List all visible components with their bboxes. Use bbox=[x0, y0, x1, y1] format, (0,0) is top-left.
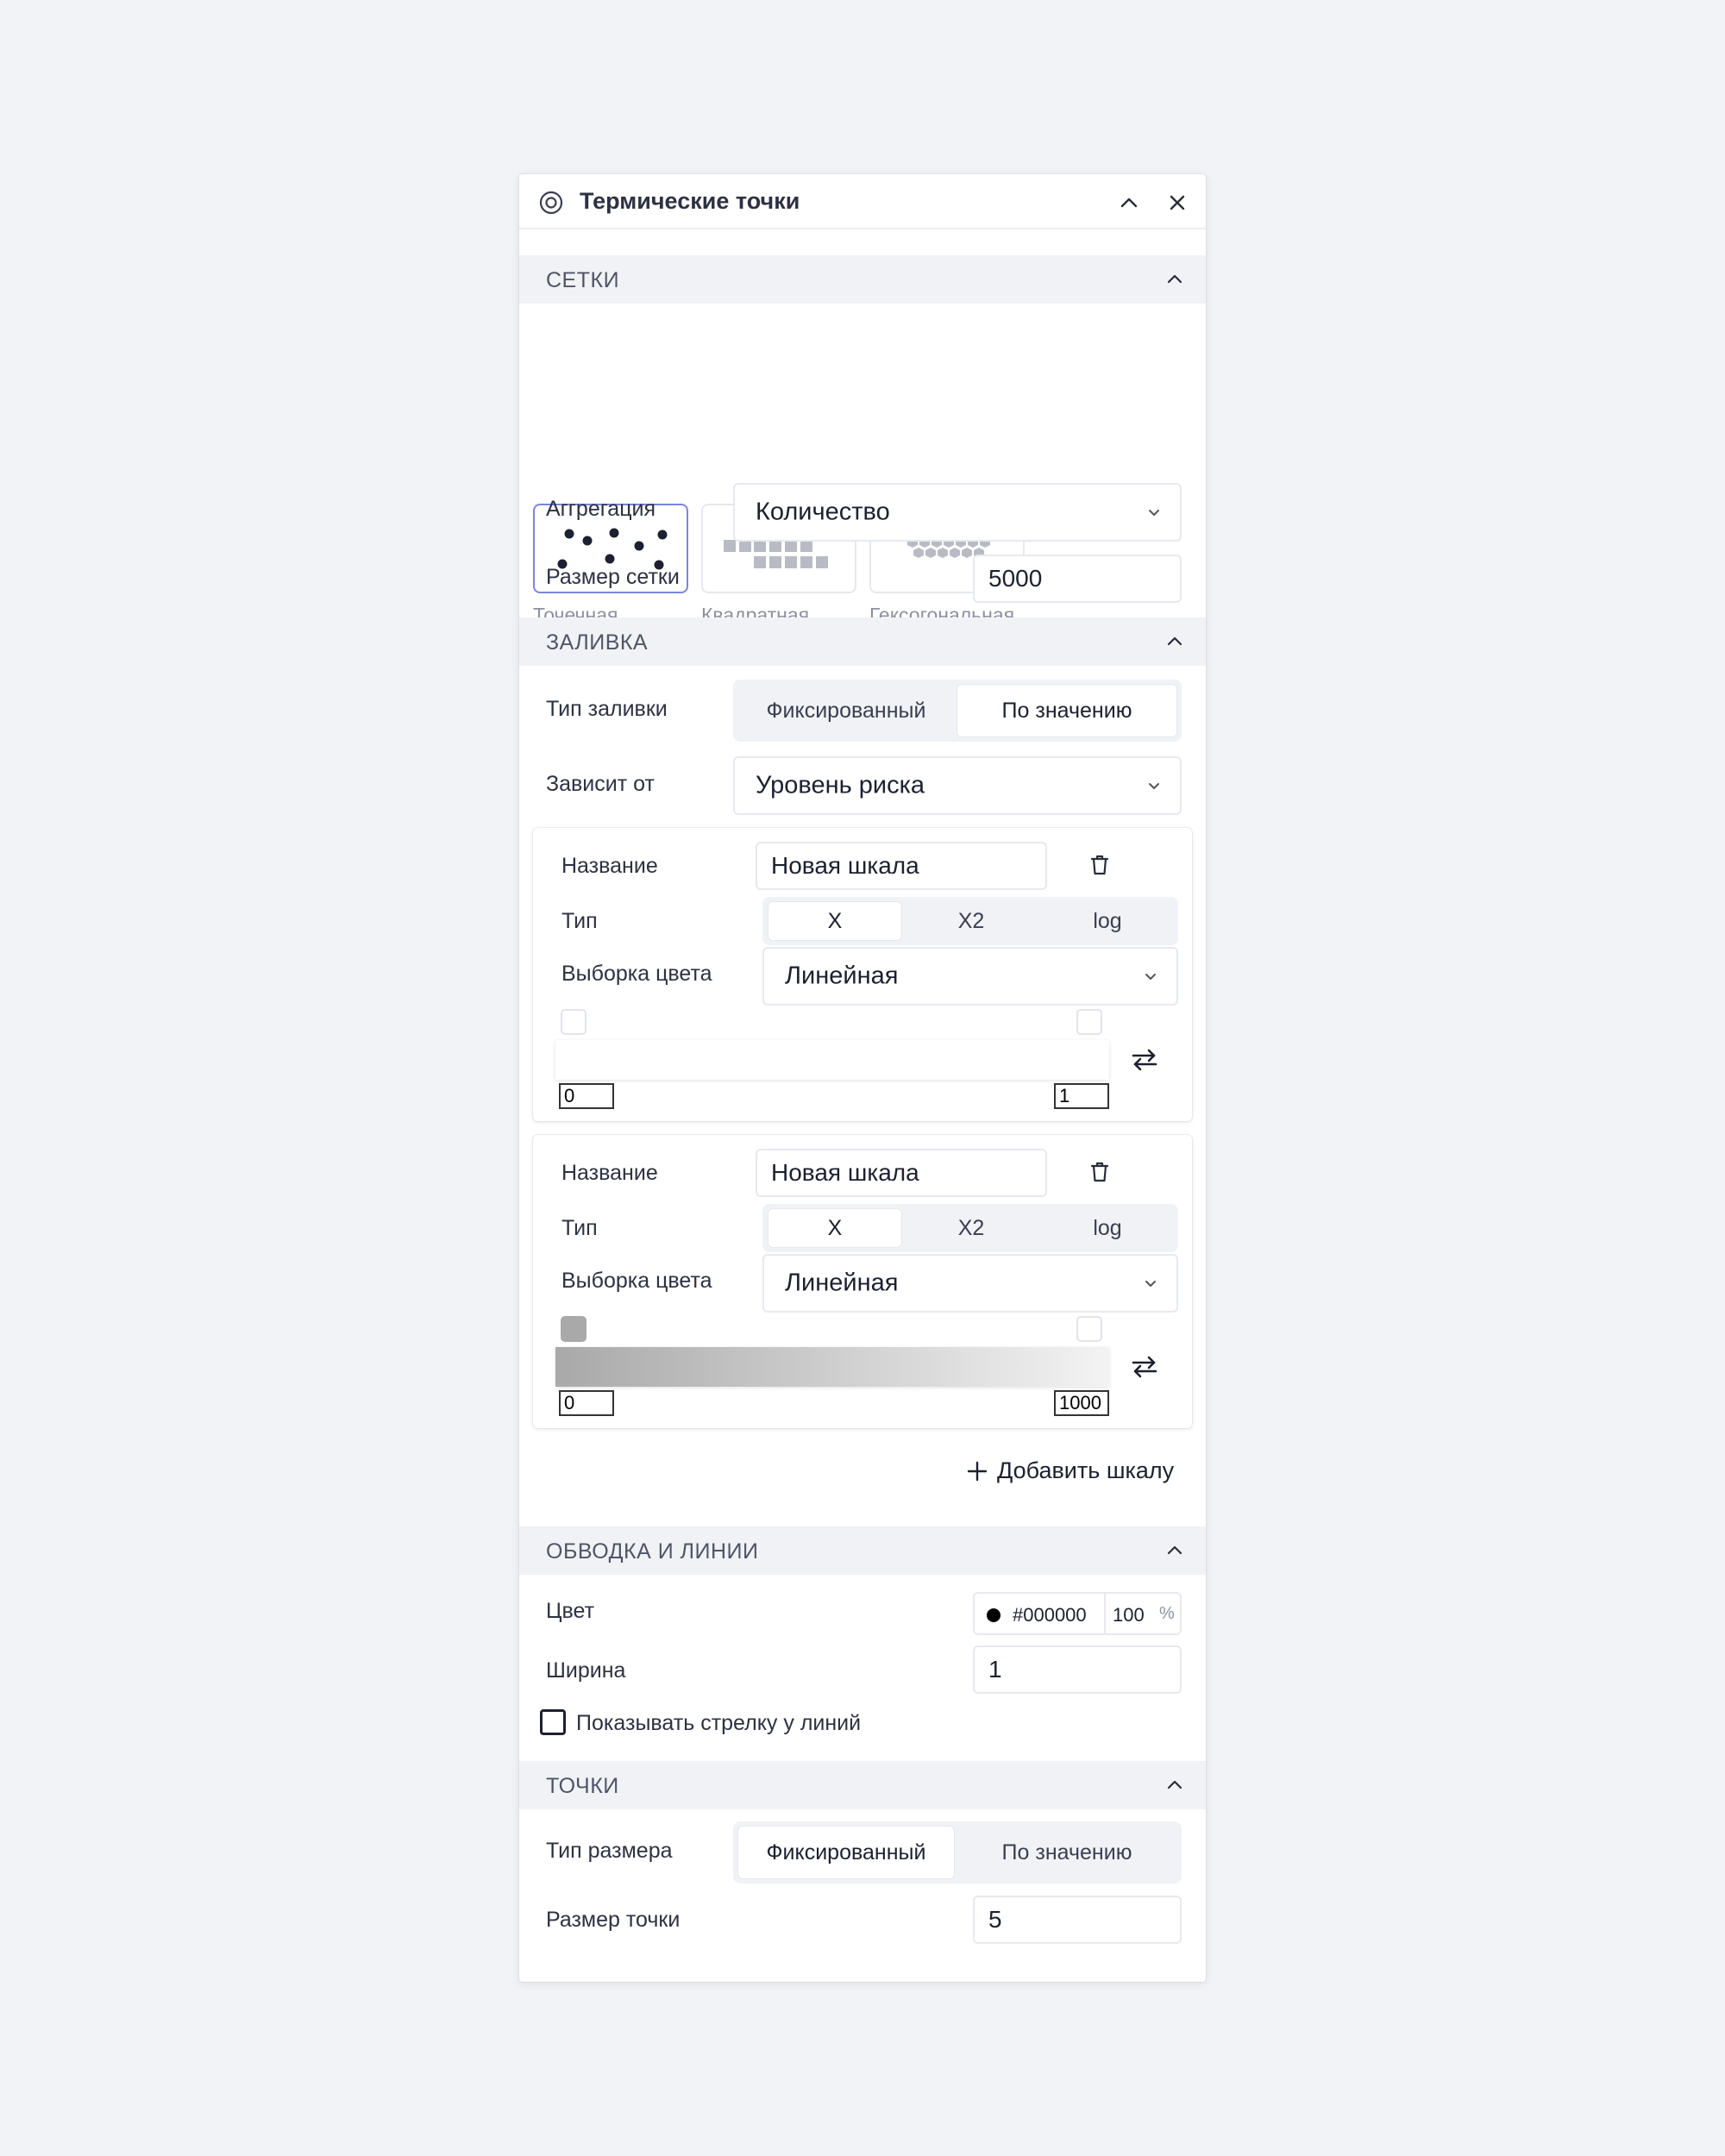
color-sampling-select[interactable]: Линейная bbox=[762, 947, 1178, 1006]
show-arrow-checkbox[interactable] bbox=[540, 1709, 566, 1735]
gradient-start-handle[interactable] bbox=[561, 1316, 586, 1342]
fill-type-label: Тип заливки bbox=[546, 697, 668, 721]
scale-max-input[interactable]: 1 bbox=[1054, 1083, 1109, 1109]
add-scale-label: Добавить шкалу bbox=[997, 1457, 1175, 1483]
scale-type-log[interactable]: log bbox=[1041, 1209, 1174, 1247]
scale-name-input[interactable]: Новая шкала bbox=[756, 1149, 1047, 1197]
swap-arrows-icon[interactable] bbox=[1130, 1352, 1159, 1382]
size-type-toggle: Фиксированный По значению bbox=[733, 1821, 1182, 1883]
size-type-fixed-option[interactable]: Фиксированный bbox=[738, 1827, 954, 1878]
divider bbox=[1104, 1594, 1106, 1633]
scale-name-label: Название bbox=[561, 854, 658, 878]
aggregation-value: Количество bbox=[756, 498, 890, 526]
chevron-down-icon bbox=[1149, 510, 1159, 516]
color-swatch[interactable] bbox=[987, 1608, 1000, 1622]
scale-type-log[interactable]: log bbox=[1041, 902, 1174, 940]
stroke-width-input[interactable]: 1 bbox=[973, 1645, 1182, 1694]
color-sampling-value: Линейная bbox=[785, 1269, 899, 1297]
scale-min-input[interactable]: 0 bbox=[559, 1083, 614, 1109]
scale-max-input[interactable]: 1000 bbox=[1054, 1390, 1109, 1416]
gradient-end-handle[interactable] bbox=[1076, 1009, 1102, 1035]
scale-type-x2[interactable]: X2 bbox=[905, 1209, 1038, 1247]
grid-size-input[interactable]: 5000 bbox=[973, 555, 1182, 603]
stroke-opacity-value[interactable]: 100 bbox=[1113, 1604, 1145, 1626]
gradient-end-handle[interactable] bbox=[1076, 1316, 1102, 1342]
stroke-color-hex[interactable]: #000000 bbox=[1013, 1604, 1087, 1626]
color-gradient-bar bbox=[555, 1347, 1109, 1387]
scale-type-x2[interactable]: X2 bbox=[905, 902, 1038, 940]
depends-on-value: Уровень риска bbox=[756, 771, 925, 799]
fill-type-fixed-option[interactable]: Фиксированный bbox=[738, 685, 954, 736]
scale-type-label: Тип bbox=[561, 909, 598, 933]
color-sampling-label: Выборка цвета bbox=[561, 962, 712, 986]
depends-on-select[interactable]: Уровень риска bbox=[733, 756, 1182, 815]
stroke-width-label: Ширина bbox=[546, 1658, 626, 1683]
gradient-start-handle[interactable] bbox=[561, 1009, 586, 1035]
color-gradient-bar bbox=[555, 1040, 1109, 1080]
stroke-color-label: Цвет bbox=[546, 1599, 595, 1623]
swap-arrows-icon[interactable] bbox=[1130, 1045, 1159, 1075]
chevron-down-icon bbox=[1149, 783, 1159, 789]
size-type-label: Тип размера bbox=[546, 1839, 673, 1863]
color-sampling-value: Линейная bbox=[785, 962, 899, 990]
chevron-down-icon bbox=[1145, 974, 1156, 980]
panel-content: Аггрегация Количество Размер сетки 5000 … bbox=[519, 174, 1206, 1982]
scale-type-x[interactable]: X bbox=[768, 1209, 901, 1247]
trash-icon[interactable] bbox=[1087, 1159, 1113, 1185]
scale-type-toggle: X X2 log bbox=[762, 897, 1178, 945]
aggregation-select[interactable]: Количество bbox=[733, 483, 1182, 542]
scale-name-input[interactable]: Новая шкала bbox=[756, 842, 1047, 890]
scale-name-label: Название bbox=[561, 1161, 658, 1185]
opacity-unit: % bbox=[1159, 1604, 1175, 1623]
scale-card: Название Новая шкала Тип X X2 log Выборк… bbox=[533, 828, 1192, 1121]
point-size-input[interactable]: 5 bbox=[973, 1896, 1182, 1944]
scale-type-x[interactable]: X bbox=[768, 902, 901, 940]
aggregation-label: Аггрегация bbox=[546, 497, 656, 521]
scale-card: Название Новая шкала Тип X X2 log Выборк… bbox=[533, 1135, 1192, 1428]
chevron-down-icon bbox=[1145, 1281, 1156, 1287]
add-scale-button[interactable]: Добавить шкалу bbox=[966, 1457, 1174, 1484]
scale-min-input[interactable]: 0 bbox=[559, 1390, 614, 1416]
color-sampling-label: Выборка цвета bbox=[561, 1269, 712, 1293]
stroke-color-picker[interactable]: #000000 100 % bbox=[973, 1592, 1182, 1635]
trash-icon[interactable] bbox=[1087, 852, 1113, 878]
plus-icon bbox=[967, 1461, 988, 1481]
scale-type-label: Тип bbox=[561, 1216, 598, 1240]
color-sampling-select[interactable]: Линейная bbox=[762, 1254, 1178, 1313]
point-size-label: Размер точки bbox=[546, 1908, 681, 1932]
grid-size-label: Размер сетки bbox=[546, 565, 680, 589]
fill-type-by-value-option[interactable]: По значению bbox=[957, 685, 1176, 736]
scale-type-toggle: X X2 log bbox=[762, 1204, 1178, 1252]
fill-type-toggle: Фиксированный По значению bbox=[733, 680, 1182, 742]
size-type-by-value-option[interactable]: По значению bbox=[957, 1827, 1176, 1878]
show-arrow-label: Показывать стрелку у линий bbox=[576, 1711, 862, 1735]
depends-on-label: Зависит от bbox=[546, 772, 655, 796]
